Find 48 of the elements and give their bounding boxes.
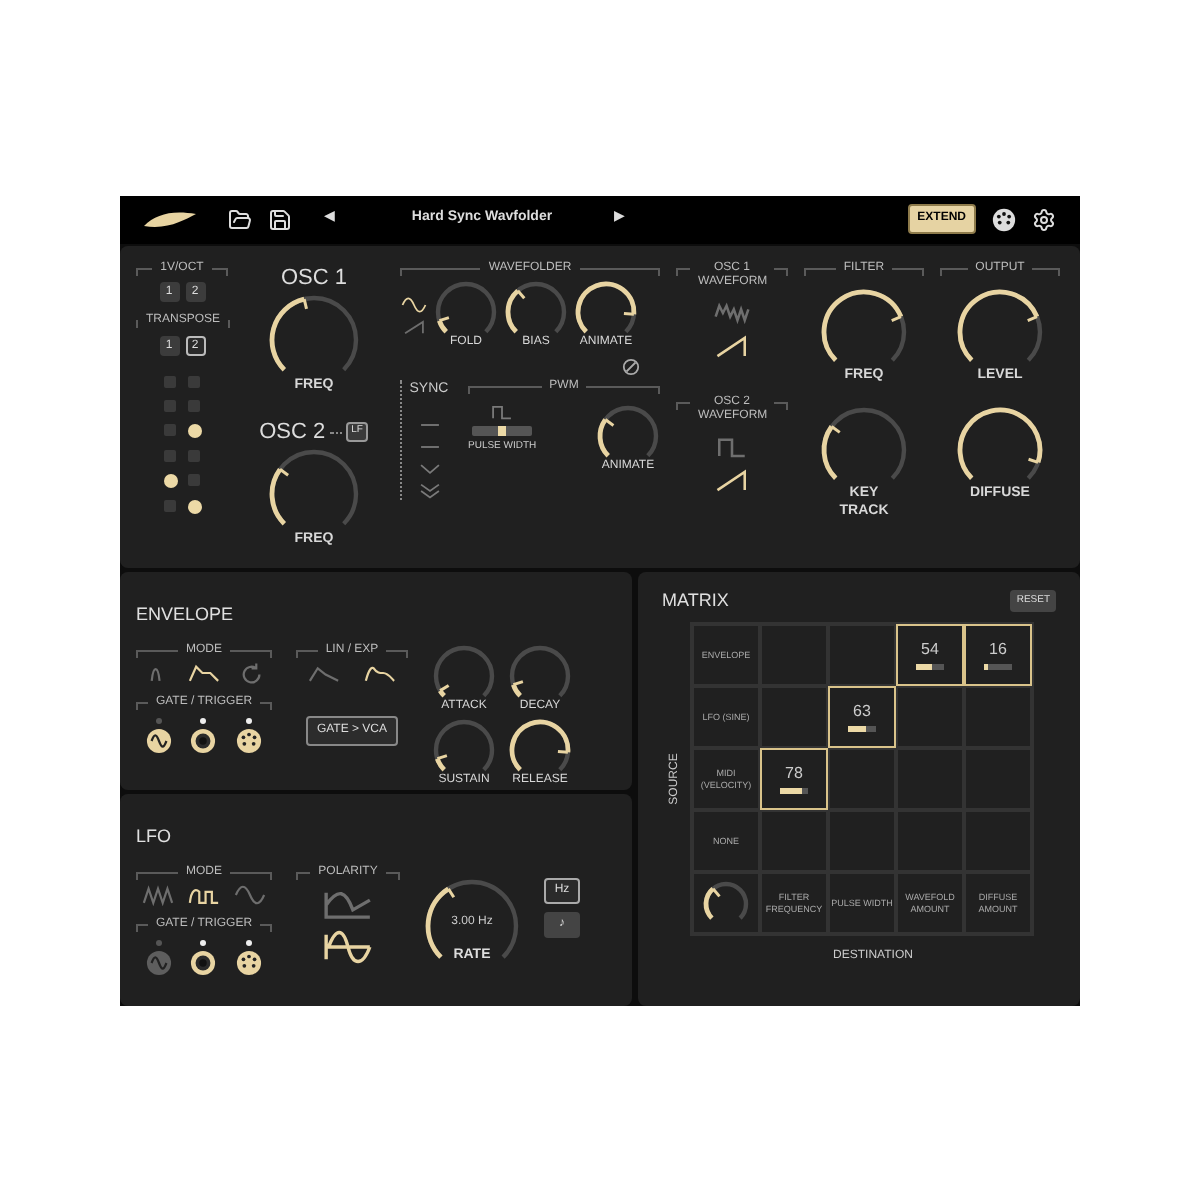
matrix-cell[interactable]: 54 xyxy=(896,624,964,686)
matrix-cell[interactable]: 78 xyxy=(760,748,828,810)
matrix-cell[interactable] xyxy=(828,810,896,872)
matrix-cell[interactable] xyxy=(896,748,964,810)
linear-curve-icon[interactable] xyxy=(306,662,342,684)
matrix-cell[interactable] xyxy=(828,624,896,686)
bipolar-wave-icon[interactable] xyxy=(320,930,376,964)
five-pin-icon[interactable] xyxy=(236,949,263,975)
slider-thumb[interactable] xyxy=(498,426,507,436)
matrix-cell[interactable] xyxy=(964,686,1032,748)
cell-value: 16 xyxy=(989,641,1007,657)
five-pin-icon[interactable] xyxy=(236,727,263,753)
five-pin-icon[interactable] xyxy=(992,207,1016,231)
square-wave-icon[interactable] xyxy=(488,402,517,422)
matrix-cell[interactable]: 16 xyxy=(964,624,1032,686)
folder-icon[interactable] xyxy=(228,207,252,231)
matrix-cell[interactable] xyxy=(896,686,964,748)
panel-title: MATRIX xyxy=(662,587,729,613)
sine-circle-icon[interactable] xyxy=(145,727,172,753)
double-chevron-icon[interactable] xyxy=(415,482,443,500)
matrix-cell[interactable] xyxy=(760,686,828,748)
mixed-wave-icon[interactable] xyxy=(185,884,222,906)
step-light[interactable] xyxy=(163,473,177,487)
matrix-cell[interactable] xyxy=(760,810,828,872)
logo-icon xyxy=(144,209,196,229)
pulse-width-slider[interactable] xyxy=(472,426,533,436)
panel-title: ENVELOPE xyxy=(136,603,234,623)
socket-icon[interactable] xyxy=(190,727,217,753)
link-icon[interactable] xyxy=(622,357,640,375)
matrix-cell[interactable] xyxy=(828,748,896,810)
oscillator-title: OSC 1 xyxy=(280,263,347,293)
matrix-cell[interactable]: 63 xyxy=(828,686,896,748)
envelope-curve-icon[interactable] xyxy=(185,662,222,684)
sawtooth-wave-icon[interactable] xyxy=(712,467,752,493)
matrix-cell[interactable] xyxy=(760,624,828,686)
panel-title: LFO xyxy=(136,825,172,845)
save-icon[interactable] xyxy=(268,207,292,231)
cell-value: 54 xyxy=(921,641,939,657)
cell-value: 78 xyxy=(785,765,803,781)
cell-value: 63 xyxy=(853,703,871,719)
socket-icon[interactable] xyxy=(190,949,217,975)
settings-icon[interactable] xyxy=(1032,207,1056,231)
step-light[interactable] xyxy=(187,499,201,513)
exponential-curve-icon[interactable] xyxy=(362,662,398,684)
chevron-icon[interactable] xyxy=(415,460,443,478)
oscillator-title: OSC 2 xyxy=(259,417,326,448)
step-light[interactable] xyxy=(187,423,201,437)
sawtooth-wave-icon[interactable] xyxy=(712,333,752,359)
